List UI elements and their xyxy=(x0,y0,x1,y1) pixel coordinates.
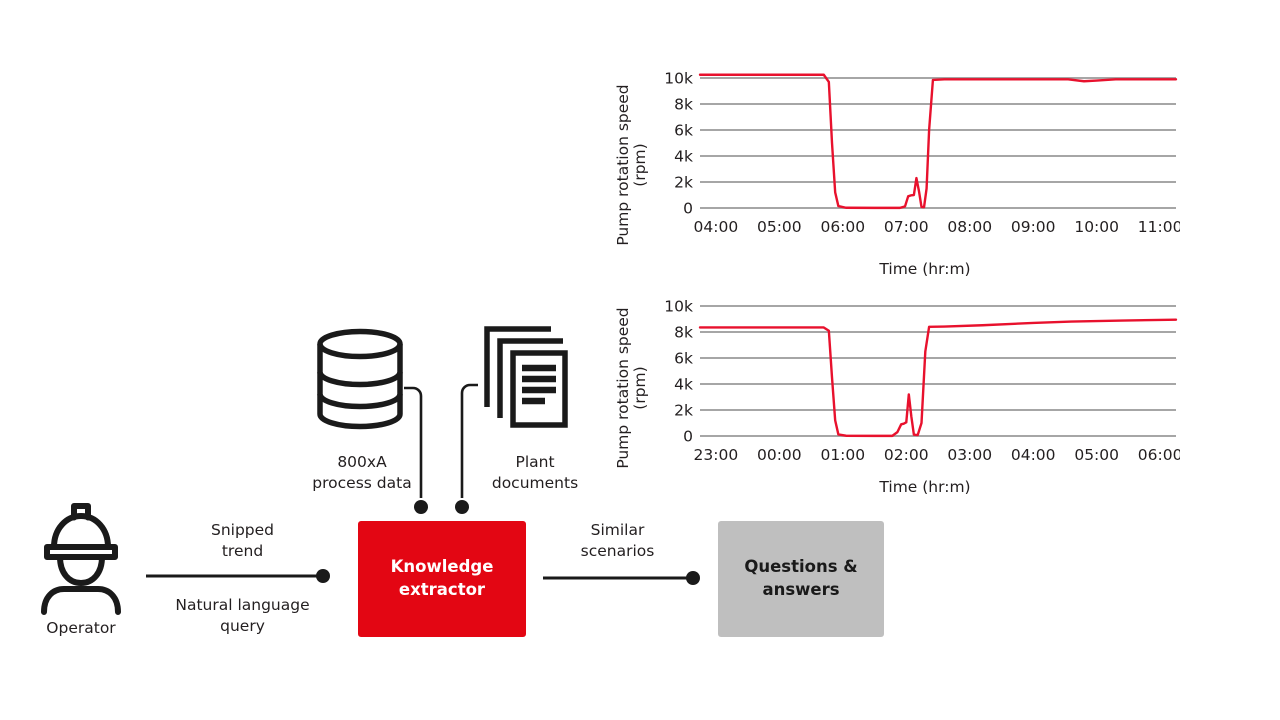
svg-text:07:00: 07:00 xyxy=(884,218,929,236)
plant-documents-caption-line1: Plant xyxy=(515,453,555,471)
database-icon xyxy=(314,328,406,434)
edge-label-similar-scenarios: Similar scenarios xyxy=(545,520,690,562)
svg-text:2k: 2k xyxy=(674,402,693,420)
chart-2-plot-area: 10k 8k 6k 4k 2k 0 23:00 00:00 01:00 02:00 03:00 04:… xyxy=(658,288,1180,488)
edge-label-similar-scenarios-line2: scenarios xyxy=(580,541,655,560)
svg-text:01:00: 01:00 xyxy=(820,446,865,464)
chart-1-svg: 10k 8k 6k 4k 2k 004:00 05:00 06:00 07:00 08:00 09:… xyxy=(664,70,1180,237)
node-knowledge-extractor-line2: extractor xyxy=(398,580,486,599)
process-data-caption: 800xA process data xyxy=(277,452,447,494)
documents-icon xyxy=(478,325,570,434)
svg-text:06:00: 06:00 xyxy=(820,218,865,236)
chart-1-y-axis-label-line2: (rpm) xyxy=(631,143,649,187)
diagram-canvas: Pump rotation speed (rpm) 10k 8k 6k 4k 2k 0 04… xyxy=(0,0,1280,720)
svg-text:09:00: 09:00 xyxy=(1011,218,1056,236)
chart-2-x-axis-title: Time (hr:m) xyxy=(879,478,971,496)
svg-text:06:00: 06:00 xyxy=(1138,446,1180,464)
chart-1-y-axis-title: Pump rotation speed (rpm) xyxy=(610,70,654,260)
chart-2-y-axis-label-line2: (rpm) xyxy=(631,366,649,410)
edge-label-nlq-line1: Natural language xyxy=(175,596,310,614)
plant-documents-caption-line2: documents xyxy=(491,473,579,492)
process-data-caption-line2: process data xyxy=(312,473,412,492)
chart-2-y-axis-title: Pump rotation speed (rpm) xyxy=(610,293,654,483)
edge-label-nlq-line2: query xyxy=(220,616,265,635)
svg-text:10k: 10k xyxy=(664,298,693,316)
node-knowledge-extractor[interactable]: Knowledge extractor xyxy=(358,521,526,637)
svg-text:23:00: 23:00 xyxy=(694,446,739,464)
chart-1-x-axis-title: Time (hr:m) xyxy=(879,260,971,278)
svg-text:00:00: 00:00 xyxy=(757,446,802,464)
chart-2-svg: 10k 8k 6k 4k 2k 023:00 00:00 01:00 02:00 03:00 04:… xyxy=(664,298,1180,465)
svg-text:8k: 8k xyxy=(674,96,693,114)
chart-2-y-axis-label-line1: Pump rotation speed xyxy=(613,307,632,469)
node-knowledge-extractor-line1: Knowledge xyxy=(390,557,494,577)
plant-documents-caption: Plant documents xyxy=(455,452,615,494)
svg-text:05:00: 05:00 xyxy=(1074,446,1119,464)
edge-label-snipped-trend-line1: Snipped xyxy=(210,521,275,539)
svg-text:04:00: 04:00 xyxy=(1011,446,1056,464)
node-questions-answers[interactable]: Questions & answers xyxy=(718,521,884,637)
edge-endpoint-dot-database xyxy=(414,500,428,514)
svg-text:04:00: 04:00 xyxy=(694,218,739,236)
svg-text:8k: 8k xyxy=(674,324,693,342)
chart-1-y-axis-label-line1: Pump rotation speed xyxy=(613,84,632,246)
edge-endpoint-dot-answers xyxy=(686,571,700,585)
edge-label-snipped-trend-line2: trend xyxy=(221,541,264,560)
svg-text:10:00: 10:00 xyxy=(1074,218,1119,236)
svg-text:02:00: 02:00 xyxy=(884,446,929,464)
node-questions-answers-line2: answers xyxy=(762,580,840,599)
edge-label-snipped-trend: Snipped trend xyxy=(165,520,320,562)
operator-caption: Operator xyxy=(46,619,116,637)
chart-pump-rotation-speed-night: Pump rotation speed (rpm) 10k 8k 6k 4k 2k 0 23… xyxy=(610,288,1180,506)
svg-text:0: 0 xyxy=(683,428,693,446)
svg-text:6k: 6k xyxy=(674,350,693,368)
svg-text:4k: 4k xyxy=(674,376,693,394)
svg-text:03:00: 03:00 xyxy=(947,446,992,464)
edge-label-natural-language-query: Natural language query xyxy=(155,595,330,637)
process-data-caption-line1: 800xA xyxy=(337,453,387,471)
chart-pump-rotation-speed-morning: Pump rotation speed (rpm) 10k 8k 6k 4k 2k 0 04… xyxy=(610,60,1180,285)
svg-text:11:00: 11:00 xyxy=(1138,218,1180,236)
svg-text:10k: 10k xyxy=(664,70,693,88)
svg-text:2k: 2k xyxy=(674,174,693,192)
svg-text:05:00: 05:00 xyxy=(757,218,802,236)
svg-text:4k: 4k xyxy=(674,148,693,166)
svg-text:0: 0 xyxy=(683,200,693,218)
svg-text:6k: 6k xyxy=(674,122,693,140)
edge-endpoint-dot-operator xyxy=(316,569,330,583)
operator-hardhat-icon xyxy=(38,503,124,619)
svg-text:08:00: 08:00 xyxy=(947,218,992,236)
chart-1-plot-area: 10k 8k 6k 4k 2k 0 04:00 05:00 06:00 07:00 08:00 09:… xyxy=(658,60,1180,260)
edge-endpoint-dot-documents xyxy=(455,500,469,514)
node-questions-answers-line1: Questions & xyxy=(744,557,858,577)
edge-label-similar-scenarios-line1: Similar xyxy=(590,521,645,539)
